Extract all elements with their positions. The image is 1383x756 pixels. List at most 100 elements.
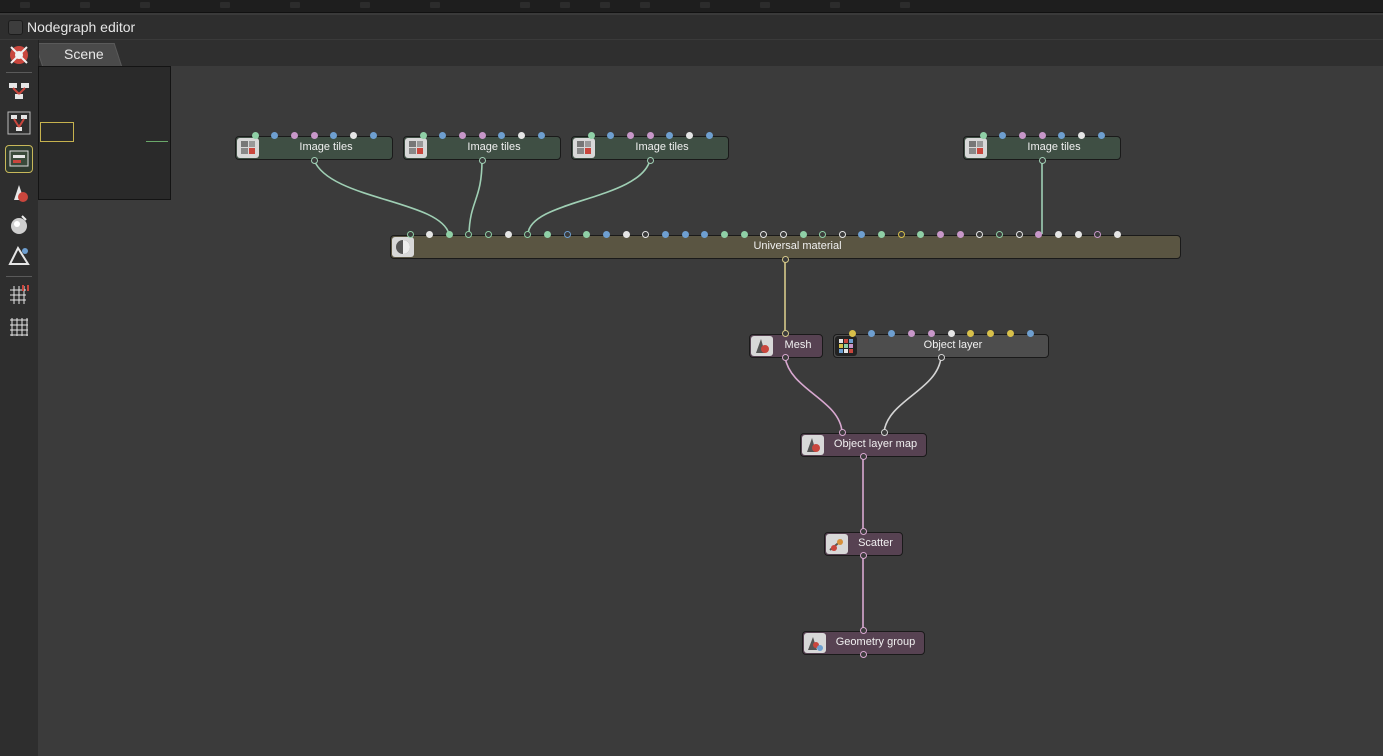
wires-layer xyxy=(313,159,1043,630)
node-pin[interactable] xyxy=(1097,131,1105,139)
node-pin[interactable] xyxy=(1094,230,1102,238)
node-pin[interactable] xyxy=(1015,230,1023,238)
node-pin[interactable] xyxy=(979,131,987,139)
node-pin[interactable] xyxy=(290,131,298,139)
node-pin[interactable] xyxy=(1026,329,1034,337)
node-pin[interactable] xyxy=(666,131,674,139)
node-pin[interactable] xyxy=(838,428,846,436)
node-pin[interactable] xyxy=(537,131,545,139)
node-pin[interactable] xyxy=(858,230,866,238)
image-tiles-icon xyxy=(965,138,987,158)
node-pin[interactable] xyxy=(888,329,896,337)
node-pin[interactable] xyxy=(987,329,995,337)
node-pin[interactable] xyxy=(504,230,512,238)
node-pin[interactable] xyxy=(524,230,532,238)
node-pin[interactable] xyxy=(607,131,615,139)
node-pin[interactable] xyxy=(897,230,905,238)
node-pin[interactable] xyxy=(967,329,975,337)
node-pin[interactable] xyxy=(781,255,789,263)
node-pin[interactable] xyxy=(458,131,466,139)
node-pin[interactable] xyxy=(419,131,427,139)
node-pin[interactable] xyxy=(848,329,856,337)
minimap[interactable] xyxy=(38,66,171,200)
node-label: Geometry group xyxy=(835,636,916,648)
node-pin[interactable] xyxy=(1074,230,1082,238)
node-pin[interactable] xyxy=(1078,131,1085,139)
node-pin[interactable] xyxy=(544,230,552,238)
node-pin[interactable] xyxy=(310,131,318,139)
node-pin[interactable] xyxy=(1054,230,1062,238)
node-pin[interactable] xyxy=(445,230,453,238)
node-pin[interactable] xyxy=(701,230,709,238)
node-pin[interactable] xyxy=(563,230,571,238)
node-pin[interactable] xyxy=(878,230,886,238)
node-pin[interactable] xyxy=(720,230,728,238)
node-pin[interactable] xyxy=(681,230,689,238)
node-pin[interactable] xyxy=(927,329,935,337)
node-pin[interactable] xyxy=(587,131,595,139)
node-pin[interactable] xyxy=(781,329,789,337)
node-pin[interactable] xyxy=(859,452,867,460)
node-pin[interactable] xyxy=(859,527,867,535)
node-pin[interactable] xyxy=(478,156,486,164)
node-pin[interactable] xyxy=(947,329,955,337)
node-pin[interactable] xyxy=(799,230,807,238)
node-pin[interactable] xyxy=(583,230,591,238)
node-pin[interactable] xyxy=(740,230,748,238)
node-pin[interactable] xyxy=(465,230,473,238)
node-pin[interactable] xyxy=(760,230,768,238)
node-pin[interactable] xyxy=(1058,131,1066,139)
node-pin[interactable] xyxy=(838,230,846,238)
node-pin[interactable] xyxy=(350,131,357,139)
node-pin[interactable] xyxy=(406,230,414,238)
node-pin[interactable] xyxy=(661,230,669,238)
node-pin[interactable] xyxy=(937,230,945,238)
node-pin[interactable] xyxy=(976,230,984,238)
node-pin[interactable] xyxy=(859,626,867,634)
node-pin[interactable] xyxy=(686,131,693,139)
node-pin[interactable] xyxy=(1035,230,1043,238)
node-pin[interactable] xyxy=(907,329,915,337)
node-pin[interactable] xyxy=(779,230,787,238)
minimap-viewport[interactable] xyxy=(40,122,74,142)
node-pin[interactable] xyxy=(478,131,486,139)
node-pin[interactable] xyxy=(1006,329,1014,337)
node-pin[interactable] xyxy=(781,353,789,361)
node-pin[interactable] xyxy=(518,131,525,139)
node-pin[interactable] xyxy=(622,230,630,238)
node-pin[interactable] xyxy=(426,230,434,238)
node-pin[interactable] xyxy=(498,131,506,139)
node-pin[interactable] xyxy=(330,131,338,139)
node-pin[interactable] xyxy=(917,230,925,238)
node-pin[interactable] xyxy=(485,230,493,238)
node-pin[interactable] xyxy=(705,131,713,139)
node-pin[interactable] xyxy=(369,131,377,139)
geometry-group-icon xyxy=(804,633,826,653)
wire-tile3-to-material xyxy=(527,159,651,235)
node-pin[interactable] xyxy=(859,551,867,559)
node-pin[interactable] xyxy=(1018,131,1026,139)
node-label: Image tiles xyxy=(299,141,353,153)
node-pin[interactable] xyxy=(1038,156,1046,164)
image-tiles-icon xyxy=(573,138,595,158)
node-pin[interactable] xyxy=(868,329,876,337)
node-pin[interactable] xyxy=(439,131,447,139)
node-pin[interactable] xyxy=(956,230,964,238)
node-pin[interactable] xyxy=(1038,131,1046,139)
node-pin[interactable] xyxy=(996,230,1003,238)
node-label: Image tiles xyxy=(1027,141,1081,153)
node-pin[interactable] xyxy=(251,131,259,139)
node-pin[interactable] xyxy=(310,156,318,164)
node-pin[interactable] xyxy=(819,230,827,238)
node-pin[interactable] xyxy=(271,131,279,139)
node-pin[interactable] xyxy=(603,230,610,238)
node-pin[interactable] xyxy=(626,131,634,139)
node-pin[interactable] xyxy=(646,131,654,139)
node-pin[interactable] xyxy=(937,353,945,361)
node-pin[interactable] xyxy=(1113,230,1121,238)
node-pin[interactable] xyxy=(859,650,867,658)
node-pin[interactable] xyxy=(646,156,654,164)
node-pin[interactable] xyxy=(642,230,650,238)
node-pin[interactable] xyxy=(880,428,888,436)
node-pin[interactable] xyxy=(999,131,1007,139)
